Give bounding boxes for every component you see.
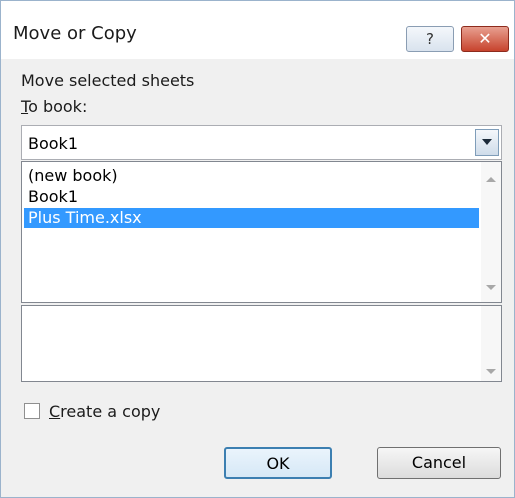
list-item-book1[interactable]: Book1 <box>24 187 479 207</box>
close-icon: ✕ <box>478 29 492 48</box>
create-copy-label-mnemonic: C <box>49 402 61 421</box>
window-title: Move or Copy <box>13 23 137 44</box>
book-list-scrollbar[interactable] <box>481 162 501 302</box>
close-button[interactable]: ✕ <box>461 26 509 52</box>
scroll-down-icon[interactable] <box>486 284 496 292</box>
cancel-button[interactable]: Cancel <box>377 447 501 479</box>
list-item-new-book[interactable]: (new book) <box>24 166 479 186</box>
to-book-label-rest: o book: <box>28 97 88 116</box>
to-book-selected-value: Book1 <box>28 134 78 153</box>
book-list[interactable]: (new book) Book1 Plus Time.xlsx <box>21 161 502 303</box>
scroll-down-icon[interactable] <box>486 368 496 376</box>
list-item-plus-time[interactable]: Plus Time.xlsx <box>24 208 479 228</box>
before-sheet-list[interactable] <box>21 305 502 382</box>
to-book-label-mnemonic: T <box>21 97 29 116</box>
create-copy-label-rest: reate a copy <box>60 402 161 421</box>
move-or-copy-dialog: Move or Copy ? ✕ Move selected sheets To… <box>0 0 515 498</box>
create-copy-label[interactable]: Create a copy <box>49 402 160 421</box>
to-book-dropdown[interactable]: Book1 <box>21 125 502 160</box>
dropdown-arrow-button[interactable] <box>475 129 499 156</box>
sheet-list-scrollbar[interactable] <box>481 306 501 381</box>
scroll-up-icon[interactable] <box>486 176 496 184</box>
title-bar[interactable]: Move or Copy ? ✕ <box>1 1 514 59</box>
create-copy-checkbox[interactable] <box>24 403 40 419</box>
help-button[interactable]: ? <box>406 26 454 52</box>
chevron-down-icon <box>482 139 492 145</box>
section-label: Move selected sheets <box>21 71 195 90</box>
help-icon: ? <box>426 30 434 48</box>
to-book-label: To book: <box>21 97 87 116</box>
ok-button[interactable]: OK <box>224 447 332 479</box>
